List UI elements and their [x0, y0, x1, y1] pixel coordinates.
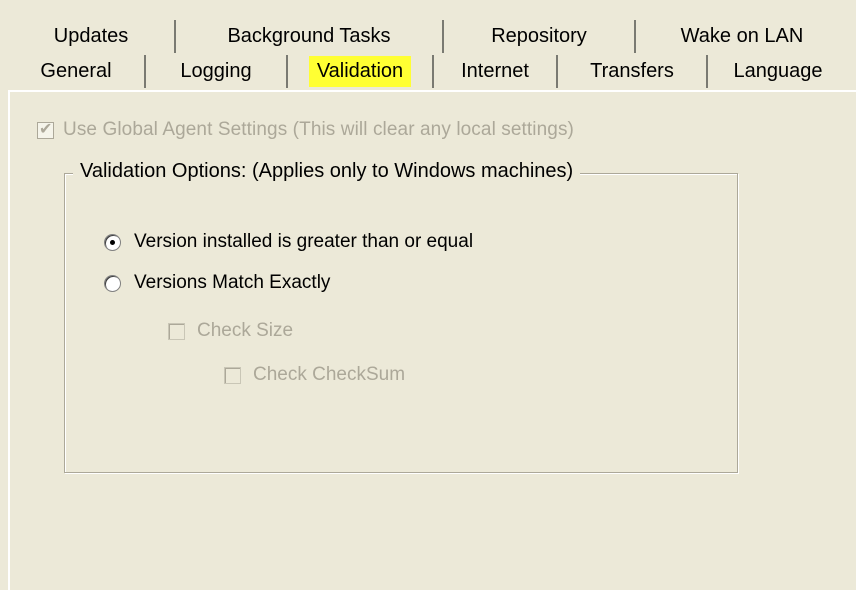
tab-wake-on-lan[interactable]: Wake on LAN — [636, 20, 848, 53]
tab-row-front: General Logging Validation Internet Tran… — [8, 55, 856, 88]
tab-label: Validation — [308, 56, 412, 87]
check-size-checkbox[interactable]: Check Size — [168, 320, 293, 342]
tab-validation[interactable]: Validation — [288, 55, 434, 88]
tab-row-back: Updates Background Tasks Repository Wake… — [8, 20, 856, 53]
tab-label: Updates — [53, 25, 129, 47]
tab-repository[interactable]: Repository — [444, 20, 636, 53]
radio-selected-icon — [104, 233, 121, 251]
radio-dot — [110, 239, 115, 245]
check-checksum-checkbox[interactable]: Check CheckSum — [224, 364, 405, 386]
use-global-settings-checkbox[interactable]: ✔ Use Global Agent Settings (This will c… — [37, 119, 574, 141]
tab-label: General — [40, 60, 112, 82]
checkmark-icon: ✔ — [39, 120, 53, 138]
tab-label: Transfers — [590, 60, 674, 82]
tab-page-left-edge — [8, 92, 10, 590]
checkbox-box — [168, 322, 185, 340]
tab-label: Logging — [180, 60, 252, 82]
validation-options-groupbox — [64, 173, 738, 473]
radio-version-greater-or-equal[interactable]: Version installed is greater than or equ… — [104, 231, 473, 253]
checkbox-box — [224, 366, 241, 384]
radio-label: Versions Match Exactly — [134, 272, 331, 293]
checkbox-box: ✔ — [37, 120, 54, 139]
check-size-label: Check Size — [197, 320, 294, 341]
tab-label: Background Tasks — [227, 25, 391, 47]
tab-general[interactable]: General — [8, 55, 146, 88]
tab-transfers[interactable]: Transfers — [558, 55, 708, 88]
tab-label: Internet — [461, 60, 529, 82]
tab-label: Language — [733, 60, 823, 82]
radio-unselected-icon — [104, 274, 121, 292]
use-global-settings-label: Use Global Agent Settings (This will cle… — [63, 119, 574, 140]
check-checksum-label: Check CheckSum — [253, 364, 406, 385]
tab-label: Wake on LAN — [680, 25, 804, 47]
tab-strip: Updates Background Tasks Repository Wake… — [0, 0, 856, 92]
tab-internet[interactable]: Internet — [434, 55, 558, 88]
tab-background-tasks[interactable]: Background Tasks — [176, 20, 444, 53]
validation-options-title: Validation Options: (Applies only to Win… — [73, 160, 581, 183]
tab-language[interactable]: Language — [708, 55, 848, 88]
tab-page-top-edge — [8, 90, 856, 92]
tab-updates[interactable]: Updates — [8, 20, 176, 53]
radio-versions-match-exactly[interactable]: Versions Match Exactly — [104, 272, 330, 294]
tab-label: Repository — [491, 25, 587, 47]
radio-label: Version installed is greater than or equ… — [134, 231, 474, 252]
tab-logging[interactable]: Logging — [146, 55, 288, 88]
